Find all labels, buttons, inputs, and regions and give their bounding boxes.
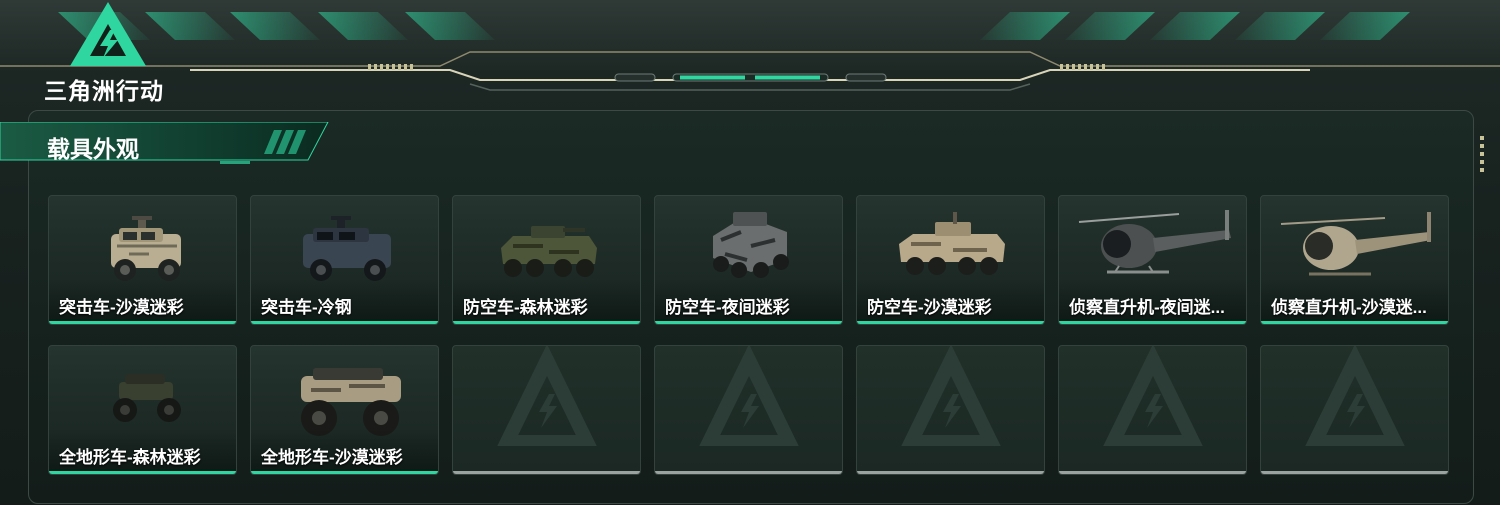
delta-watermark-icon — [699, 346, 799, 446]
empty-slot — [1260, 345, 1449, 475]
skin-card-label: 防空车-沙漠迷彩 — [867, 298, 992, 317]
skin-card[interactable]: 突击车-冷钢 — [250, 195, 439, 325]
card-accent-bar — [251, 321, 438, 324]
skin-card-label: 侦察直升机-夜间迷... — [1069, 298, 1225, 317]
card-accent-bar — [1261, 321, 1448, 324]
delta-watermark-icon — [497, 346, 597, 446]
card-accent-bar — [857, 321, 1044, 324]
card-accent-bar — [453, 471, 640, 474]
skin-card[interactable]: 侦察直升机-沙漠迷... — [1260, 195, 1449, 325]
card-accent-bar — [1261, 471, 1448, 474]
skin-card[interactable]: 防空车-夜间迷彩 — [654, 195, 843, 325]
skin-card-label: 侦察直升机-沙漠迷... — [1271, 298, 1427, 317]
delta-watermark-icon — [1103, 346, 1203, 446]
empty-slot — [856, 345, 1045, 475]
panel-title: 载具外观 — [47, 136, 139, 162]
panel-title-banner: 载具外观 — [0, 122, 330, 164]
skin-card-label: 突击车-沙漠迷彩 — [59, 298, 184, 317]
skin-card[interactable]: 全地形车-沙漠迷彩 — [250, 345, 439, 475]
empty-slot — [654, 345, 843, 475]
skin-card[interactable]: 侦察直升机-夜间迷... — [1058, 195, 1247, 325]
card-accent-bar — [49, 471, 236, 474]
skin-card[interactable]: 防空车-沙漠迷彩 — [856, 195, 1045, 325]
brand-logo-text: 三角洲行动 — [44, 78, 164, 104]
skin-card-label: 全地形车-沙漠迷彩 — [261, 448, 403, 467]
card-accent-bar — [655, 321, 842, 324]
header-decoration — [0, 0, 1500, 91]
skin-card[interactable]: 防空车-森林迷彩 — [452, 195, 641, 325]
card-accent-bar — [655, 471, 842, 474]
empty-slot — [1058, 345, 1247, 475]
side-scroll-indicator[interactable] — [1480, 136, 1486, 180]
skin-card-label: 防空车-夜间迷彩 — [665, 298, 790, 317]
delta-watermark-icon — [1305, 346, 1405, 446]
card-accent-bar — [49, 321, 236, 324]
card-accent-bar — [1059, 321, 1246, 324]
delta-watermark-icon — [901, 346, 1001, 446]
card-accent-bar — [857, 471, 1044, 474]
top-header: 三角洲行动 — [0, 0, 1500, 104]
card-accent-bar — [453, 321, 640, 324]
skin-card-label: 防空车-森林迷彩 — [463, 298, 588, 317]
skin-card-label: 全地形车-森林迷彩 — [59, 448, 201, 467]
skin-card-label: 突击车-冷钢 — [261, 298, 352, 317]
skin-card[interactable]: 全地形车-森林迷彩 — [48, 345, 237, 475]
card-accent-bar — [1059, 471, 1246, 474]
skin-card[interactable]: 突击车-沙漠迷彩 — [48, 195, 237, 325]
card-accent-bar — [251, 471, 438, 474]
empty-slot — [452, 345, 641, 475]
